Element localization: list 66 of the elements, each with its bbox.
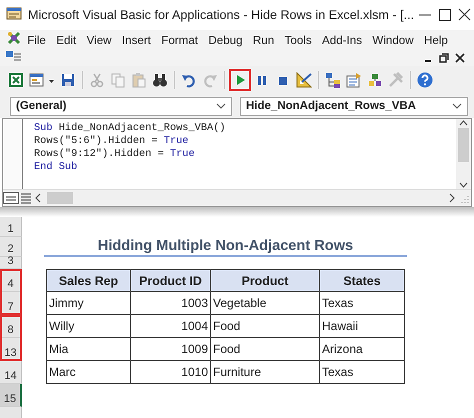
table-cell: 1010: [131, 361, 211, 384]
scroll-down-icon[interactable]: [459, 182, 468, 189]
app-icon: [6, 4, 22, 20]
column-header: States: [320, 269, 405, 292]
code-line: Sub Hide_NonAdjacent_Rows_VBA(): [34, 122, 227, 135]
horizontal-scrollbar-thumb[interactable]: [47, 192, 73, 204]
column-header: Product ID: [131, 269, 211, 292]
close-icon[interactable]: [456, 8, 472, 22]
scroll-left-icon[interactable]: [33, 193, 43, 203]
object-dropdown[interactable]: (General): [10, 96, 232, 116]
scroll-right-icon[interactable]: [447, 193, 457, 203]
help-icon[interactable]: [415, 70, 435, 90]
table-cell: 1004: [131, 315, 211, 338]
row-header[interactable]: 15: [0, 384, 22, 407]
chevron-down-icon[interactable]: [216, 103, 226, 109]
menu-item[interactable]: Add-Ins: [316, 34, 368, 46]
table-cell: Food: [211, 315, 320, 338]
table-cell: Furniture: [211, 361, 320, 384]
table-cell: Marc: [46, 361, 131, 384]
table-cell: Arizona: [320, 338, 405, 361]
play-icon[interactable]: [229, 69, 251, 91]
row-header-background: [0, 407, 22, 418]
procedure-dropdown[interactable]: Hide_NonAdjacent_Rows_VBA: [240, 96, 468, 116]
table-cell: 1003: [131, 292, 211, 315]
row-header[interactable]: 1: [0, 217, 22, 237]
spreadsheet-icon[interactable]: [6, 70, 26, 90]
menu-item[interactable]: Tools: [279, 34, 317, 46]
menu-item[interactable]: Help: [418, 34, 454, 46]
table-cell: 1009: [131, 338, 211, 361]
menu-item[interactable]: Format: [156, 34, 204, 46]
table-cell: Vegetable: [211, 292, 320, 315]
project-tree-icon[interactable]: [323, 70, 343, 90]
close-icon[interactable]: [454, 52, 466, 64]
menu-item[interactable]: File: [22, 34, 52, 46]
table-cell: Hawaii: [320, 315, 405, 338]
procedure-view-icon[interactable]: [3, 192, 19, 204]
scroll-up-icon[interactable]: [459, 119, 468, 126]
code-window-icon[interactable]: [6, 50, 22, 62]
menu-item[interactable]: Window: [367, 34, 419, 46]
vertical-scrollbar[interactable]: [456, 119, 471, 189]
table-cell: Jimmy: [46, 292, 131, 315]
menu-item[interactable]: Run: [248, 34, 280, 46]
column-header: Product: [211, 269, 320, 292]
table-cell: Mia: [46, 338, 131, 361]
menu-item[interactable]: View: [81, 34, 117, 46]
code-line: Rows("9:12").Hidden = True: [34, 148, 196, 161]
chevron-down-icon[interactable]: [452, 103, 462, 109]
full-module-view-icon[interactable]: [19, 192, 33, 204]
app-menu-icon[interactable]: [6, 30, 22, 46]
menu-item[interactable]: Insert: [116, 34, 156, 46]
column-header: Sales Rep: [46, 269, 131, 292]
row-header[interactable]: 14: [0, 361, 22, 384]
row-header[interactable]: 2: [0, 237, 22, 257]
row-header[interactable]: 3: [0, 257, 22, 269]
table-cell: Texas: [320, 361, 405, 384]
code-line: End Sub: [34, 161, 78, 174]
menu-item[interactable]: Debug: [203, 34, 248, 46]
window-title: Microsoft Visual Basic for Applications - Hide Rows in Excel.xlsm - [...: [28, 8, 414, 22]
maximize-icon[interactable]: [436, 8, 452, 22]
table-cell: Food: [211, 338, 320, 361]
code-line: Rows("5:6").Hidden = True: [34, 135, 190, 148]
table-cell: Willy: [46, 315, 131, 338]
table-cell: Texas: [320, 292, 405, 315]
sheet-title: Hidding Multiple Non-Adjacent Rows: [44, 237, 407, 257]
restore-icon[interactable]: [438, 52, 450, 64]
menu-item[interactable]: Edit: [51, 34, 82, 46]
